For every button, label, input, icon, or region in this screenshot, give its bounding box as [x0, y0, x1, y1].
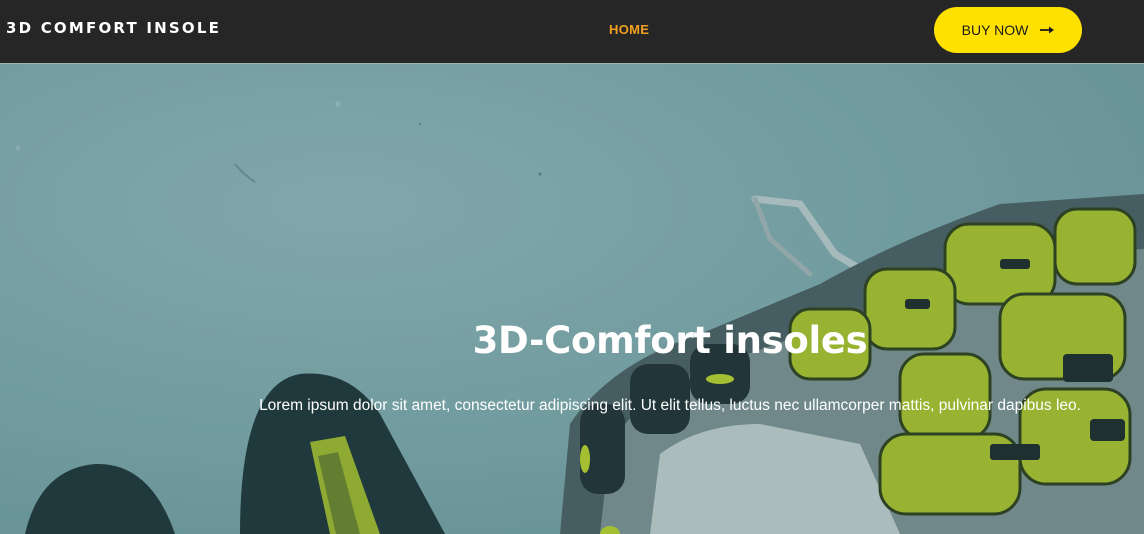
buy-now-label: BUY NOW — [961, 22, 1029, 38]
hero-title: 3D-Comfort insoles — [472, 319, 868, 362]
buy-now-button[interactable]: BUY NOW — [934, 7, 1082, 53]
hero-section: 3D-Comfort insoles Lorem ipsum dolor sit… — [0, 64, 1144, 534]
page: 3D COMFORT INSOLE HOME BUY NOW 3D-Comfor… — [0, 0, 1144, 534]
site-header: 3D COMFORT INSOLE HOME BUY NOW — [0, 0, 1144, 64]
site-logo[interactable]: 3D COMFORT INSOLE — [6, 19, 221, 37]
arrow-right-icon — [1040, 26, 1055, 34]
nav-item-home[interactable]: HOME — [609, 22, 649, 37]
hero-description: Lorem ipsum dolor sit amet, consectetur … — [259, 397, 1081, 414]
hero-overlay — [0, 64, 1144, 534]
